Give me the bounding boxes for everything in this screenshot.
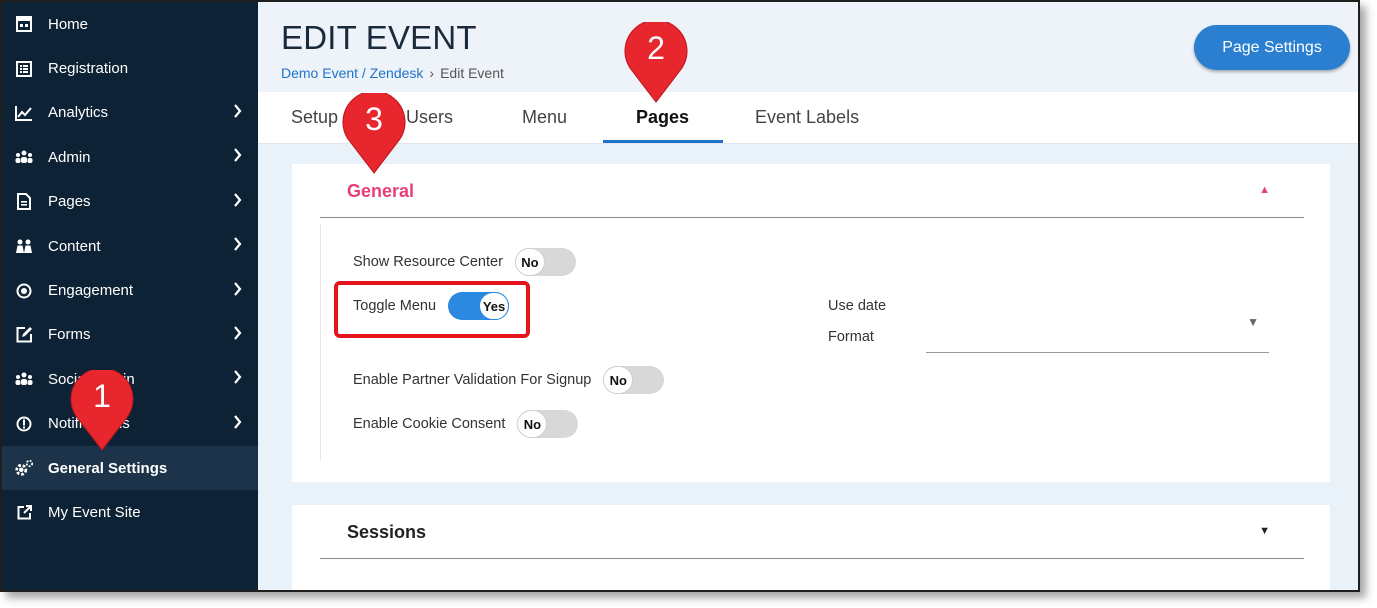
sidebar-item-label: Admin [48,148,91,166]
caret-up-icon[interactable]: ▲ [1259,184,1270,196]
toggle-knob: No [603,366,634,394]
sidebar-item-label: Registration [48,60,129,78]
callout-number: 3 [365,101,383,137]
sidebar-item-analytics[interactable]: Analytics [2,91,258,135]
page-header: EDIT EVENT Demo Event / Zendesk › Edit E… [258,2,1358,92]
resource-center-toggle[interactable]: No [514,248,576,276]
breadcrumb-link[interactable]: Demo Event / Zendesk [281,65,423,81]
gear-icon [14,458,34,478]
sidebar-item-label: Home [48,15,89,33]
content-area: General ▲ Show Resource Center No Toggle… [258,144,1358,590]
external-link-icon [14,502,34,522]
sidebar-item-general-settings[interactable]: General Settings [2,445,258,491]
tab-setup[interactable]: Setup [291,107,338,128]
chevron-right-icon [233,193,242,211]
toggle-knob: No [514,248,545,276]
page-title: EDIT EVENT [281,19,477,56]
sidebar-item-home[interactable]: Home [2,2,258,46]
caret-down-icon[interactable]: ▼ [1259,525,1270,537]
general-panel-header[interactable]: General ▲ [320,164,1304,218]
tab-bar: Setup Users Menu Pages Event Labels [258,92,1358,144]
general-panel: General ▲ Show Resource Center No Toggle… [292,164,1330,482]
sidebar-item-label: Analytics [48,104,109,122]
general-panel-title: General [347,181,415,201]
partner-validation-row: Enable Partner Validation For Signup No [353,366,665,394]
sidebar: Home Registration Analytics Admin Pages … [2,2,258,590]
callout-pin-2: 2 [622,19,690,104]
sidebar-item-label: Forms [48,326,91,344]
cookie-consent-row: Enable Cookie Consent No [353,410,579,438]
chevron-right-icon [233,370,242,388]
pages-icon [14,192,34,212]
forms-icon [14,325,34,345]
sidebar-item-content[interactable]: Content [2,224,258,268]
social-admin-icon [14,369,34,389]
sidebar-item-label: Engagement [48,282,134,300]
active-tab-indicator [603,140,723,143]
breadcrumb-current: Edit Event [440,65,504,81]
caret-down-icon: ▼ [1247,315,1259,329]
engagement-icon [14,281,34,301]
callout-pin-3: 3 [340,90,408,175]
sidebar-item-label: My Event Site [48,503,141,521]
divider [320,224,321,460]
home-icon [14,14,34,34]
sessions-panel-header[interactable]: Sessions ▼ [320,505,1304,559]
chevron-right-icon [233,326,242,344]
sidebar-item-admin[interactable]: Admin [2,135,258,179]
notifications-icon [14,414,34,434]
highlight-box [334,281,530,338]
sessions-panel-title: Sessions [347,522,427,542]
sidebar-item-label: Pages [48,193,91,211]
chevron-right-icon [233,281,242,300]
main-area: EDIT EVENT Demo Event / Zendesk › Edit E… [258,2,1358,590]
sidebar-item-forms[interactable]: Forms [2,313,258,357]
sidebar-item-pages[interactable]: Pages [2,180,258,224]
admin-icon [14,147,34,167]
field-label: Show Resource Center [353,254,503,270]
page-settings-button[interactable]: Page Settings [1194,25,1350,70]
date-format-label-line2: Format [828,329,874,345]
date-format-label-line1: Use date [828,298,887,314]
sidebar-item-registration[interactable]: Registration [2,46,258,90]
resource-center-row: Show Resource Center No [353,248,576,276]
tab-event-labels[interactable]: Event Labels [755,107,859,128]
chevron-right-icon [233,414,242,433]
chevron-right-icon [233,104,242,122]
analytics-icon [14,103,34,123]
breadcrumb: Demo Event / Zendesk › Edit Event [281,65,504,81]
cookie-consent-toggle[interactable]: No [517,410,579,438]
sidebar-item-label: Content [48,237,101,255]
field-label: Enable Cookie Consent [353,416,506,432]
partner-validation-toggle[interactable]: No [603,366,665,394]
field-label: Enable Partner Validation For Signup [353,372,592,388]
sidebar-item-my-event-site[interactable]: My Event Site [2,490,258,534]
sessions-panel: Sessions ▼ [292,505,1330,590]
sidebar-item-engagement[interactable]: Engagement [2,268,258,312]
callout-number: 1 [93,378,111,414]
content-icon [14,236,34,256]
breadcrumb-separator: › [429,65,435,81]
toggle-knob: No [517,410,548,438]
tab-users[interactable]: Users [406,107,453,128]
sidebar-item-label: General Settings [48,459,168,477]
callout-number: 2 [647,30,665,66]
app-window: Home Registration Analytics Admin Pages … [0,0,1360,592]
date-format-select[interactable]: ▼ [926,303,1269,353]
tab-pages[interactable]: Pages [636,107,689,128]
callout-pin-1: 1 [68,367,136,452]
registration-icon [14,59,34,79]
chevron-right-icon [233,237,242,255]
tab-menu[interactable]: Menu [522,107,567,128]
chevron-right-icon [233,148,242,166]
